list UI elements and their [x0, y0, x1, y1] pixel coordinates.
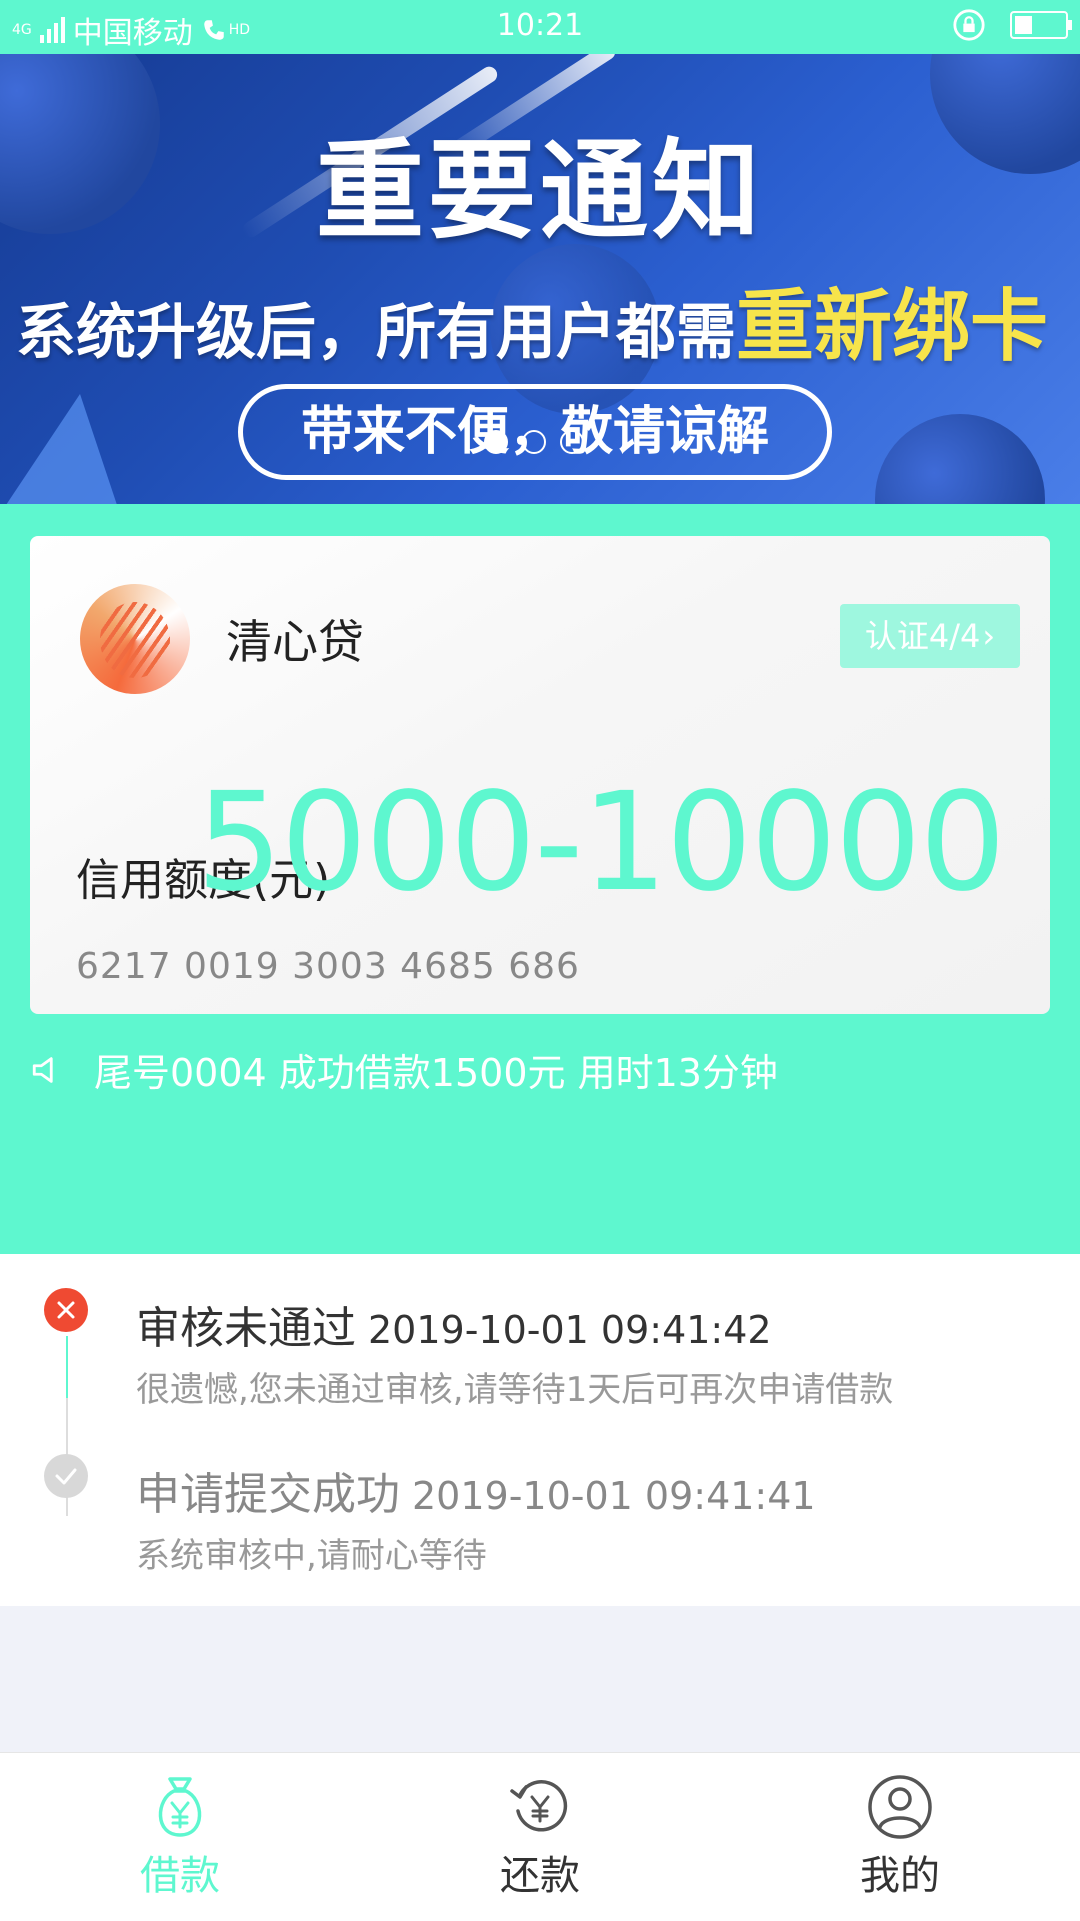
notice-banner[interactable]: 重要通知 系统升级后，所有用户都需重新绑卡 带来不便，敬请谅解 [0, 54, 1080, 504]
banner-decor-circle [875, 414, 1045, 504]
timeline-item-desc: 很遗憾,您未通过审核,请等待1天后可再次申请借款 [136, 1370, 894, 1410]
timeline-item-title: 审核未通过 2019-10-01 09:41:42 [136, 1292, 772, 1356]
status-bar: 4G 中国移动 HD 10:21 [0, 0, 1080, 54]
certification-label: 认证4/4 [864, 617, 981, 655]
bottom-tab-bar: 借款 还款 我的 [0, 1752, 1080, 1921]
check-icon [44, 1454, 88, 1498]
status-time: 10:21 [496, 8, 584, 43]
tab-mine[interactable]: 我的 [800, 1773, 1000, 1901]
timeline-item-desc: 系统审核中,请耐心等待 [136, 1536, 487, 1576]
pagination-dot[interactable] [522, 430, 546, 454]
banner-subtitle-highlight: 重新绑卡 [736, 282, 1049, 372]
loan-card[interactable]: 清心贷 认证4/4› 信用额度(元) 5000-10000 6217 0019 … [30, 536, 1050, 1014]
certification-button[interactable]: 认证4/4› [840, 604, 1020, 668]
chevron-right-icon: › [982, 617, 996, 655]
card-number: 6217 0019 3003 4685 686 [76, 946, 580, 987]
timeline-title-text: 申请提交成功 [136, 1469, 400, 1520]
app-logo-icon [80, 584, 190, 694]
speaker-icon [32, 1056, 53, 1083]
banner-pagination [484, 430, 584, 454]
tab-label: 还款 [500, 1853, 580, 1899]
timeline-item-title: 申请提交成功 2019-10-01 09:41:41 [136, 1458, 816, 1522]
money-bag-icon [158, 1777, 202, 1837]
error-icon [44, 1288, 88, 1332]
banner-title: 重要通知 [315, 129, 764, 254]
refund-icon [510, 1780, 568, 1832]
battery-fill [1015, 16, 1032, 34]
status-right [952, 8, 1072, 42]
pagination-dot[interactable] [560, 430, 584, 454]
notice-text: 尾号0004 成功借款1500元 用时13分钟 [94, 1051, 778, 1095]
tab-label: 我的 [860, 1853, 940, 1899]
pagination-dot[interactable] [484, 430, 508, 454]
rotation-lock-icon [953, 9, 985, 41]
banner-subtitle-prefix: 系统升级后，所有用户都需 [16, 298, 736, 368]
user-icon [868, 1775, 932, 1839]
app-name: 清心贷 [226, 615, 364, 669]
tab-label: 借款 [140, 1853, 220, 1899]
battery-icon [1010, 11, 1072, 39]
tab-loan[interactable]: 借款 [80, 1773, 280, 1901]
timeline-title-text: 审核未通过 [136, 1303, 356, 1354]
review-timeline: 审核未通过 2019-10-01 09:41:42 很遗憾,您未通过审核,请等待1… [0, 1254, 1080, 1606]
timeline-time: 2019-10-01 09:41:42 [368, 1308, 772, 1352]
banner-decor-triangle [0, 394, 120, 504]
loan-notice: 尾号0004 成功借款1500元 用时13分钟 [30, 1042, 778, 1097]
credit-value: 5000-10000 [196, 764, 1006, 922]
tab-repay[interactable]: 还款 [440, 1773, 640, 1901]
banner-subtitle: 系统升级后，所有用户都需重新绑卡 [16, 264, 1048, 376]
timeline-line-active [66, 1336, 68, 1398]
timeline-time: 2019-10-01 09:41:41 [412, 1474, 816, 1518]
